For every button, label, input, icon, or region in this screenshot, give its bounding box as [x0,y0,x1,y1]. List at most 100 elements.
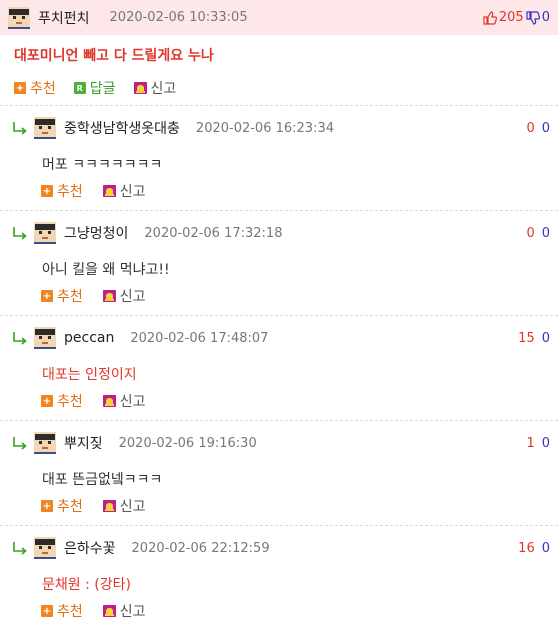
upvote-count[interactable]: 1 [526,436,534,451]
thumbs-up-icon[interactable] [483,10,497,25]
siren-icon [102,605,116,617]
report-button[interactable]: 신고 [102,286,146,306]
plus-icon: + [41,395,53,407]
vote-counter: 00 [526,121,550,136]
timestamp: 2020-02-06 10:33:05 [109,10,248,25]
reply-item: 뿌지짖 2020-02-06 19:16:30 1 0 대포 뜬금없넼ㅋㅋㅋ + 추천 신고 [0,420,558,526]
reply-text: 머포 ㅋㅋㅋㅋㅋㅋㅋ [42,157,163,173]
upvote-count[interactable]: 15 [518,331,535,346]
nickname[interactable]: 그냥멍청이 [64,223,128,243]
reply-header: 그냥멍청이 2020-02-06 17:32:18 0 0 [12,221,550,245]
nickname[interactable]: 은하수꽃 [64,538,116,558]
siren-icon [102,185,116,197]
siren-icon [102,500,116,512]
thumbs-down-icon[interactable] [526,10,540,25]
report-button[interactable]: 신고 [102,181,146,201]
recommend-label: 추천 [57,184,83,200]
siren-icon [102,290,116,302]
reply-text: 문채원 : (강타) [42,577,131,593]
reply-arrow-icon [13,122,27,135]
recommend-button[interactable]: + 추천 [41,181,83,201]
recommend-label: 추천 [57,394,83,410]
recommend-label: 추천 [57,499,83,515]
vote-counter: 10 [526,436,550,451]
recommend-button[interactable]: + 추천 [41,496,83,516]
avatar[interactable] [34,117,56,139]
timestamp: 2020-02-06 16:23:34 [195,120,334,136]
reply-actions: + 추천 신고 [41,181,146,201]
plus-icon: + [14,82,26,94]
avatar[interactable] [34,222,56,244]
reply-item: 그냥멍청이 2020-02-06 17:32:18 0 0 아니 킬을 왜 먹냐고!! +… [0,210,558,316]
nickname[interactable]: 중학생남학생옷대충 [64,118,180,138]
timestamp: 2020-02-06 19:16:30 [118,435,257,451]
nickname[interactable]: 푸치펀치 [38,8,90,28]
recommend-button[interactable]: + 추천 [41,391,83,411]
timestamp: 2020-02-06 17:32:18 [144,225,283,241]
siren-icon [133,82,147,94]
reply-arrow-icon [13,542,27,555]
recommend-button[interactable]: + 추천 [41,601,83,621]
recommend-button[interactable]: + 추천 [14,78,56,98]
reply-arrow-icon [13,437,27,450]
nickname[interactable]: peccan [64,330,114,346]
reply-label: 답글 [89,81,116,97]
plus-icon: + [41,500,53,512]
reply-arrow-icon [13,332,27,345]
upvote-count[interactable]: 16 [518,541,535,556]
report-label: 신고 [119,499,146,515]
comment-text: 대포미니언 빼고 다 드릴게요 누나 [14,48,214,64]
report-button[interactable]: 신고 [133,78,177,98]
vote-counter: 15 0 [518,331,550,346]
timestamp: 2020-02-06 17:48:07 [130,330,269,346]
reply-item: peccan 2020-02-06 17:48:07 15 0 대포는 인정이지 + 추천 신… [0,315,558,421]
report-button[interactable]: 신고 [102,496,146,516]
downvote-count[interactable]: 0 [542,226,550,241]
reply-text: 대포는 인정이지 [42,367,137,383]
reply-header: 은하수꽃 2020-02-06 22:12:59 16 0 [12,536,550,560]
reply-item: 은하수꽃 2020-02-06 22:12:59 16 0 문채원 : (강타) + 추천 신… [0,525,558,631]
plus-icon: + [41,290,53,302]
recommend-label: 추천 [57,289,83,305]
reply-header: 중학생남학생옷대충 2020-02-06 16:23:34 0 0 [12,116,550,140]
siren-icon [102,395,116,407]
nickname[interactable]: 뿌지짖 [64,433,103,453]
report-button[interactable]: 신고 [102,601,146,621]
downvote-count[interactable]: 0 [542,541,550,556]
reply-actions: + 추천 신고 [41,601,146,621]
avatar[interactable] [8,6,30,29]
comment-actions: + 추천 R 답글 신고 [14,78,176,98]
downvote-count[interactable]: 0 [542,121,550,136]
reply-text: 대포 뜬금없넼ㅋㅋㅋ [42,472,163,488]
reply-header: peccan 2020-02-06 17:48:07 15 0 [12,326,550,350]
reply-actions: + 추천 신고 [41,286,146,306]
report-label: 신고 [119,604,146,620]
reply-icon: R [73,82,86,94]
vote-counter: 16 0 [518,541,550,556]
upvote-count[interactable]: 0 [526,226,534,241]
report-button[interactable]: 신고 [102,391,146,411]
reply-item: 중학생남학생옷대충 2020-02-06 16:23:34 0 0 머포 ㅋㅋㅋㅋㅋㅋㅋ… [0,105,558,211]
avatar[interactable] [34,327,56,349]
plus-icon: + [41,605,53,617]
comment-header: 푸치펀치 2020-02-06 10:33:05 205 0 [0,0,558,35]
avatar[interactable] [34,537,56,559]
reply-arrow-icon [13,227,27,240]
main-comment: 푸치펀치 2020-02-06 10:33:05 205 0 대포미니언 빼고 … [0,0,558,97]
plus-icon: + [41,185,53,197]
recommend-button[interactable]: + 추천 [41,286,83,306]
downvote-count[interactable]: 0 [542,436,550,451]
upvote-count: 205 [498,10,524,25]
report-label: 신고 [119,394,146,410]
avatar[interactable] [34,432,56,454]
report-label: 신고 [119,289,146,305]
report-label: 신고 [119,184,146,200]
vote-counter: 205 0 [481,10,550,25]
downvote-count[interactable]: 0 [542,331,550,346]
reply-button[interactable]: R 답글 [73,78,116,98]
upvote-count[interactable]: 0 [526,121,534,136]
report-label: 신고 [150,81,177,97]
downvote-count: 0 [541,10,550,25]
reply-actions: + 추천 신고 [41,496,146,516]
reply-header: 뿌지짖 2020-02-06 19:16:30 1 0 [12,431,550,455]
